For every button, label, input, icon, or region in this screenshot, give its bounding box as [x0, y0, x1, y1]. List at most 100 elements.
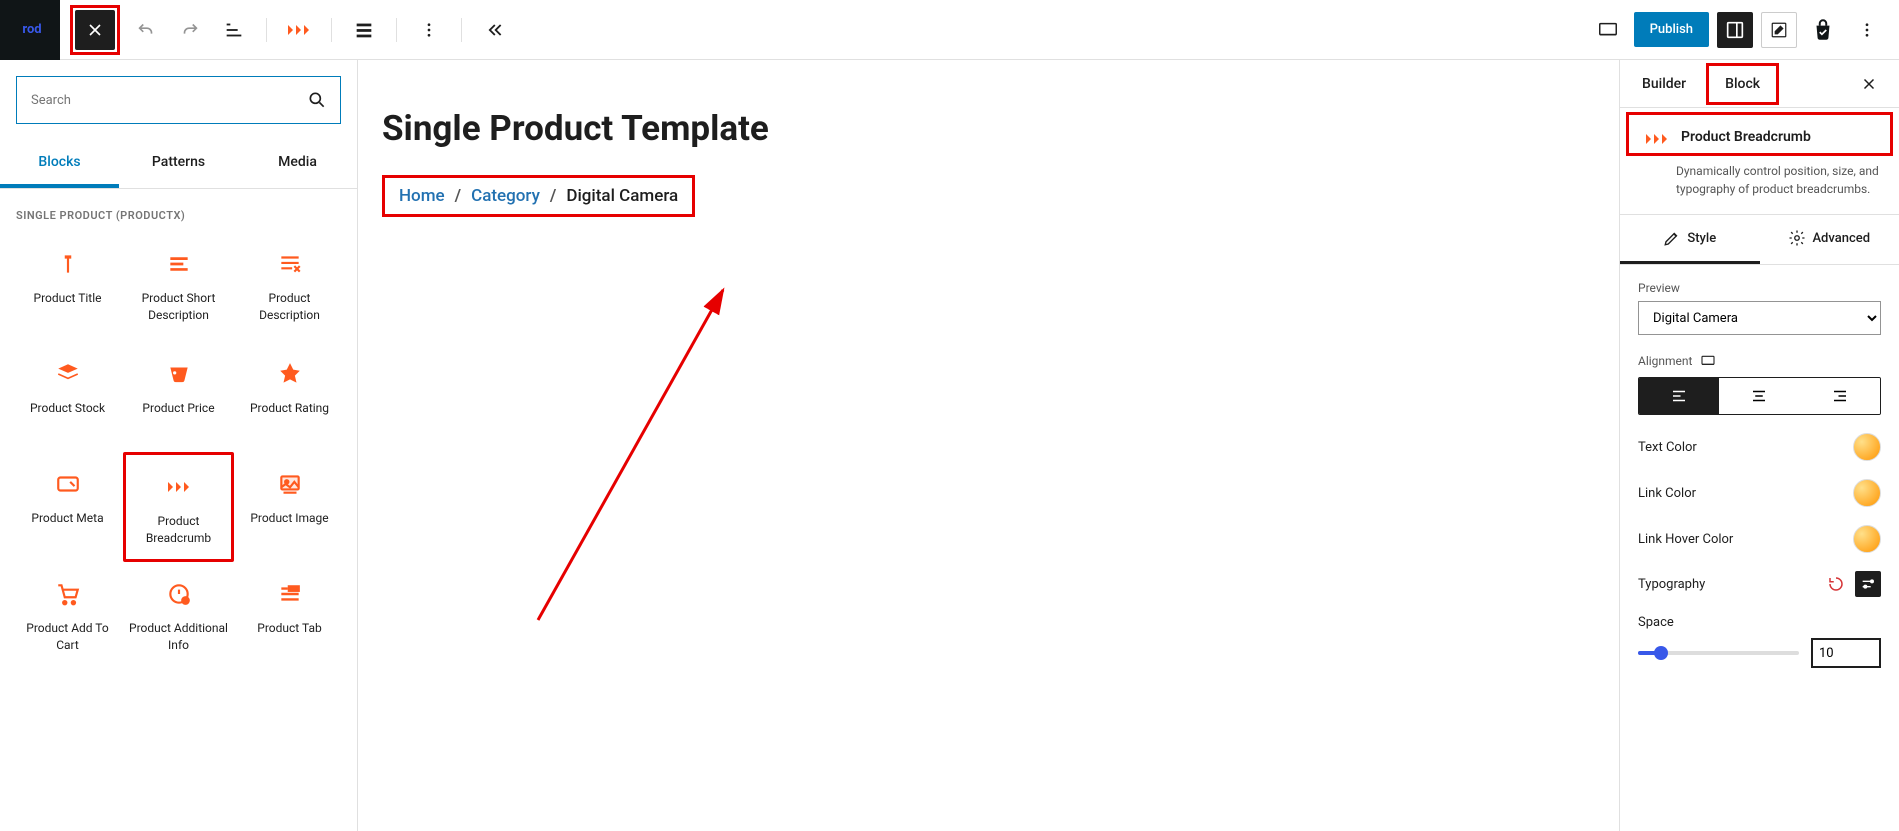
block-item-product-stock[interactable]: Product Stock [12, 342, 123, 452]
inserter-tab-media[interactable]: Media [238, 140, 357, 188]
breadcrumb-separator: / [550, 186, 556, 206]
block-item-label: Product Breadcrumb [132, 513, 225, 547]
breadcrumb-item[interactable]: Category [471, 186, 540, 206]
block-item-product-breadcrumb[interactable]: Product Breadcrumb [123, 452, 234, 562]
search-icon [307, 90, 327, 110]
block-item-icon [54, 250, 82, 278]
template-title: Single Product Template [382, 108, 1595, 149]
more-menu-button[interactable] [1849, 12, 1885, 48]
block-item-label: Product Short Description [129, 290, 228, 324]
alignment-label: Alignment [1638, 354, 1692, 368]
block-item-label: Product Description [240, 290, 339, 324]
toolbar-separator [461, 18, 462, 42]
annotation-arrow [358, 230, 738, 650]
align-button[interactable] [346, 12, 382, 48]
typography-reset-button[interactable] [1823, 571, 1849, 597]
block-item-label: Product Add To Cart [18, 620, 117, 654]
block-options-button[interactable] [411, 12, 447, 48]
typography-label: Typography [1638, 577, 1705, 592]
panel-tab-block[interactable]: Block [1706, 63, 1779, 105]
view-desktop-button[interactable] [1590, 12, 1626, 48]
sub-tab-style[interactable]: Style [1620, 215, 1760, 264]
block-item-label: Product Additional Info [129, 620, 228, 654]
typography-settings-button[interactable] [1855, 571, 1881, 597]
close-inserter-button[interactable] [75, 10, 115, 50]
block-item-icon [165, 360, 193, 388]
close-panel-button[interactable] [1851, 66, 1887, 102]
block-description: Dynamically control position, size, and … [1620, 156, 1899, 215]
block-item-icon [276, 360, 304, 388]
redo-button[interactable] [172, 12, 208, 48]
settings-panel-toggle[interactable] [1717, 12, 1753, 48]
block-item-icon [54, 470, 82, 498]
block-item-icon [165, 473, 193, 501]
block-item-product-image[interactable]: Product Image [234, 452, 345, 562]
block-item-icon [165, 250, 193, 278]
inserter-tabs: Blocks Patterns Media [0, 140, 357, 189]
block-item-label: Product Image [250, 510, 328, 527]
breadcrumb-separator: / [455, 186, 461, 206]
text-color-label: Text Color [1638, 440, 1697, 455]
settings-panel: Builder Block Product Breadcrumb Dynamic… [1619, 60, 1899, 831]
sub-tab-advanced[interactable]: Advanced [1760, 215, 1899, 264]
preview-select[interactable]: Digital Camera [1638, 301, 1881, 335]
block-item-icon [54, 360, 82, 388]
block-item-label: Product Rating [250, 400, 329, 417]
panel-tab-builder[interactable]: Builder [1626, 62, 1702, 106]
block-item-product-tab[interactable]: Product Tab [234, 562, 345, 672]
align-center-button[interactable] [1719, 378, 1799, 414]
block-item-label: Product Tab [257, 620, 321, 637]
block-item-label: Product Stock [30, 400, 105, 417]
undo-button[interactable] [128, 12, 164, 48]
block-item-label: Product Meta [31, 510, 103, 527]
responsive-icon[interactable] [1700, 353, 1716, 369]
editor-canvas[interactable]: Single Product Template Home / Category / Di… [358, 60, 1619, 831]
edit-mode-button[interactable] [1761, 12, 1797, 48]
breadcrumb-block-icon[interactable] [281, 12, 317, 48]
toolbar-separator [331, 18, 332, 42]
alignment-buttons [1638, 377, 1881, 415]
block-item-icon [276, 580, 304, 608]
block-title: Product Breadcrumb [1681, 129, 1811, 145]
text-color-swatch[interactable] [1853, 433, 1881, 461]
link-color-label: Link Color [1638, 486, 1696, 501]
block-item-product-rating[interactable]: Product Rating [234, 342, 345, 452]
breadcrumb-item: Digital Camera [566, 186, 678, 206]
block-search-input[interactable] [16, 76, 341, 124]
space-input[interactable] [1811, 638, 1881, 668]
block-item-icon [165, 580, 193, 608]
link-hover-color-swatch[interactable] [1853, 525, 1881, 553]
block-item-product-meta[interactable]: Product Meta [12, 452, 123, 562]
breadcrumb-item[interactable]: Home [399, 186, 445, 206]
block-item-product-short-description[interactable]: Product Short Description [123, 232, 234, 342]
publish-button[interactable]: Publish [1634, 12, 1709, 47]
block-item-label: Product Title [34, 290, 102, 307]
block-item-icon [276, 250, 304, 278]
block-item-product-description[interactable]: Product Description [234, 232, 345, 342]
block-item-product-price[interactable]: Product Price [123, 342, 234, 452]
block-item-product-additional-info[interactable]: Product Additional Info [123, 562, 234, 672]
space-slider[interactable] [1638, 651, 1799, 655]
align-left-button[interactable] [1639, 378, 1719, 414]
block-item-product-add-to-cart[interactable]: Product Add To Cart [12, 562, 123, 672]
toolbar-separator [396, 18, 397, 42]
document-overview-button[interactable] [216, 12, 252, 48]
link-color-swatch[interactable] [1853, 479, 1881, 507]
link-hover-color-label: Link Hover Color [1638, 532, 1733, 547]
breadcrumb-block[interactable]: Home / Category / Digital Camera [382, 175, 695, 217]
app-logo[interactable]: rod [0, 0, 60, 60]
top-toolbar: rod [0, 0, 1899, 60]
align-right-button[interactable] [1800, 378, 1880, 414]
block-section-label: SINGLE PRODUCT (PRODUCTX) [0, 189, 357, 232]
block-item-icon [54, 580, 82, 608]
block-item-icon [276, 470, 304, 498]
cart-icon[interactable] [1805, 12, 1841, 48]
block-item-product-title[interactable]: Product Title [12, 232, 123, 342]
breadcrumb-icon [1645, 131, 1669, 147]
toolbar-separator [266, 18, 267, 42]
preview-label: Preview [1638, 281, 1881, 295]
block-header: Product Breadcrumb [1626, 112, 1893, 156]
collapse-toolbar-button[interactable] [476, 12, 512, 48]
inserter-tab-blocks[interactable]: Blocks [0, 140, 119, 188]
inserter-tab-patterns[interactable]: Patterns [119, 140, 238, 188]
